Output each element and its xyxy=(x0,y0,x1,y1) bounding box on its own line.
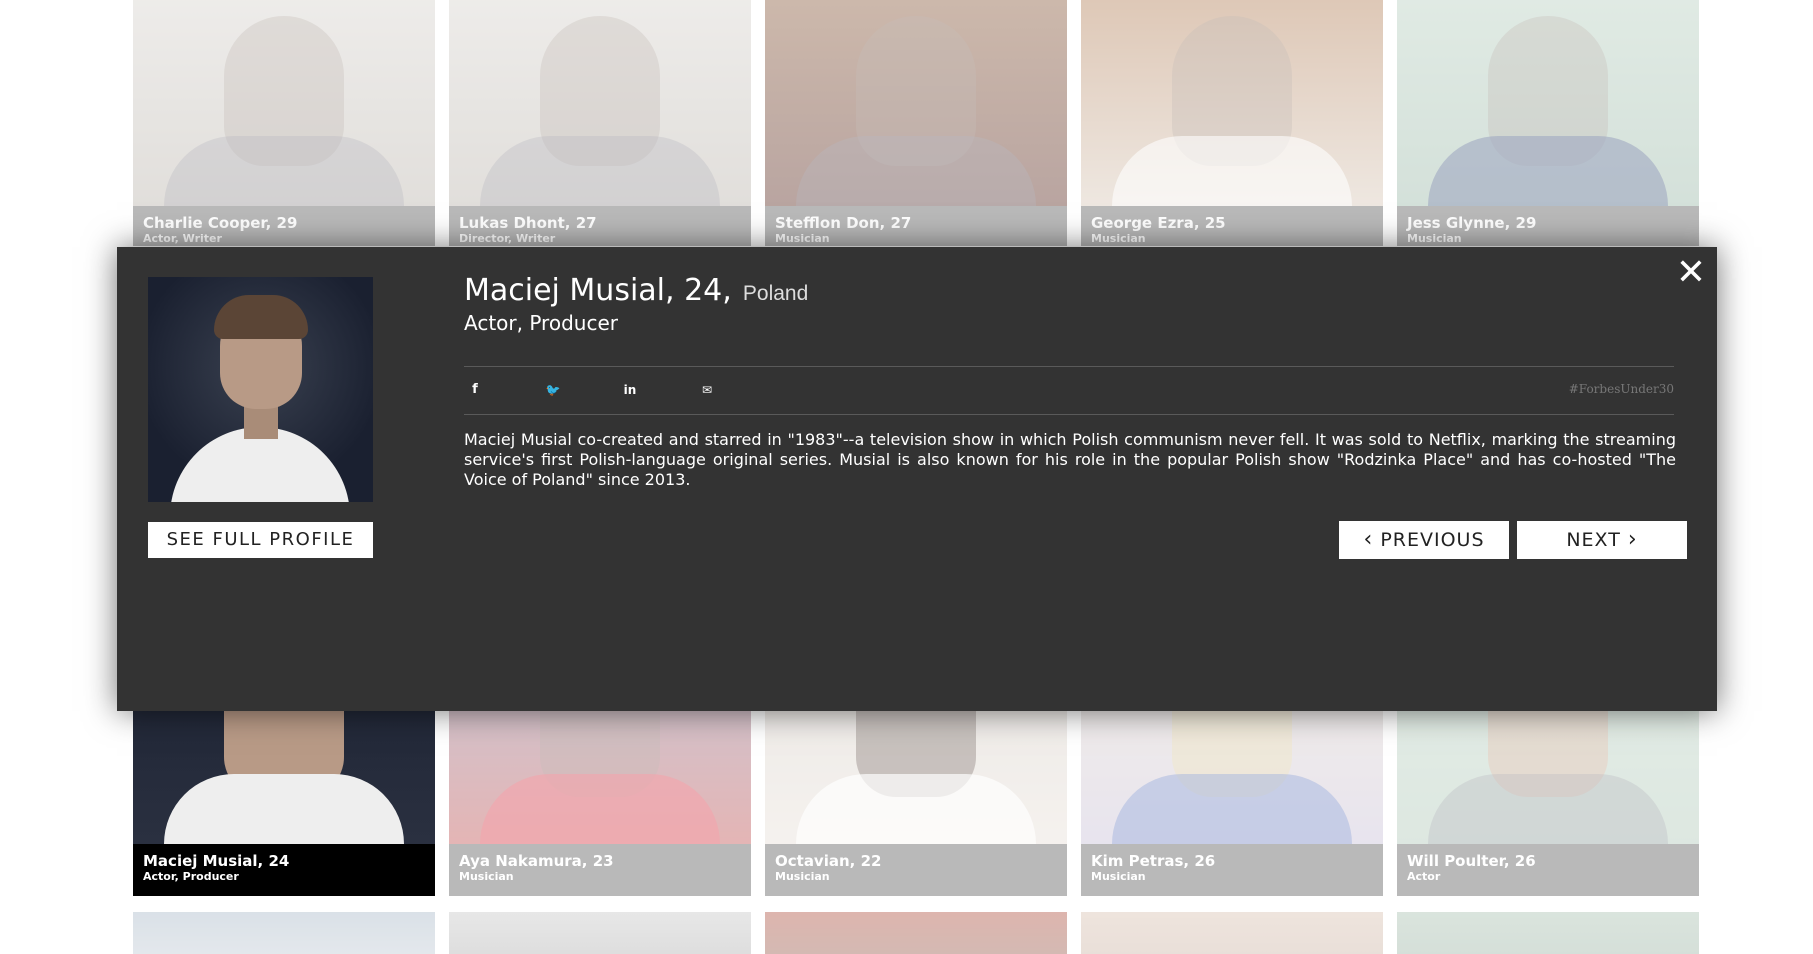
profile-card[interactable] xyxy=(449,912,751,954)
profile-card-caption: Stefflon Don, 27 Musician xyxy=(765,206,1067,246)
profile-card[interactable] xyxy=(1081,912,1383,954)
profile-card-caption: Kim Petras, 26 Musician xyxy=(1081,844,1383,896)
twitter-icon[interactable]: 🐦 xyxy=(544,381,562,399)
linkedin-icon[interactable]: in xyxy=(621,381,639,399)
profile-card-caption: Octavian, 22 Musician xyxy=(765,844,1067,896)
profile-role: Actor, Producer xyxy=(464,311,618,335)
profile-card[interactable] xyxy=(133,912,435,954)
profile-card-photo xyxy=(449,0,751,206)
profile-card-caption: Aya Nakamura, 23 Musician xyxy=(449,844,751,896)
profile-card-name: Charlie Cooper, 29 xyxy=(143,214,298,232)
email-icon[interactable]: ✉ xyxy=(698,381,716,399)
profile-card-role: Musician xyxy=(459,870,514,883)
profile-card-role: Musician xyxy=(1091,870,1146,883)
previous-label: PREVIOUS xyxy=(1380,529,1485,551)
profile-card[interactable]: Lukas Dhont, 27 Director, Writer xyxy=(449,0,751,246)
profile-name: Maciej Musial, 24, xyxy=(464,273,732,308)
profile-card-photo xyxy=(765,912,1067,954)
profile-card-name: Will Poulter, 26 xyxy=(1407,852,1536,870)
chevron-left-icon: ‹ xyxy=(1363,527,1374,552)
profile-card-photo xyxy=(133,0,435,206)
next-label: NEXT xyxy=(1566,529,1621,551)
profile-card-role: Musician xyxy=(775,870,830,883)
profile-card-name: Kim Petras, 26 xyxy=(1091,852,1216,870)
profile-card-photo xyxy=(1397,0,1699,206)
profile-title: Maciej Musial, 24, Poland xyxy=(464,273,808,308)
profile-card-name: Jess Glynne, 29 xyxy=(1407,214,1537,232)
previous-button[interactable]: ‹ PREVIOUS xyxy=(1339,521,1509,559)
profile-card-role: Director, Writer xyxy=(459,232,556,245)
chevron-right-icon: › xyxy=(1627,527,1638,552)
profile-card-photo xyxy=(1397,912,1699,954)
profile-card-role: Musician xyxy=(1091,232,1146,245)
profile-country: Poland xyxy=(742,282,809,305)
profile-card-name: Stefflon Don, 27 xyxy=(775,214,912,232)
profile-card-caption: Jess Glynne, 29 Musician xyxy=(1397,206,1699,246)
profile-card-role: Actor, Writer xyxy=(143,232,222,245)
profile-card-caption: Will Poulter, 26 Actor xyxy=(1397,844,1699,896)
share-bar: f 🐦 in ✉ #ForbesUnder30 xyxy=(464,366,1674,415)
profile-card-photo xyxy=(133,912,435,954)
profile-photo xyxy=(148,277,373,502)
profile-card[interactable] xyxy=(765,912,1067,954)
profile-card-name: Aya Nakamura, 23 xyxy=(459,852,614,870)
profile-card[interactable]: Charlie Cooper, 29 Actor, Writer xyxy=(133,0,435,246)
profile-card[interactable] xyxy=(1397,912,1699,954)
next-button[interactable]: NEXT › xyxy=(1517,521,1687,559)
profile-card-caption: Maciej Musial, 24 Actor, Producer xyxy=(133,844,435,896)
profile-modal: ✕ SEE FULL PROFILE Maciej Musial, 24, Po… xyxy=(117,247,1717,711)
profile-card-caption: Lukas Dhont, 27 Director, Writer xyxy=(449,206,751,246)
profile-card-role: Actor, Producer xyxy=(143,870,239,883)
hashtag[interactable]: #ForbesUnder30 xyxy=(1569,382,1674,396)
profile-bio: Maciej Musial co-created and starred in … xyxy=(464,430,1676,489)
profile-card-name: Maciej Musial, 24 xyxy=(143,852,290,870)
profile-card-photo xyxy=(449,912,751,954)
profile-card-caption: Charlie Cooper, 29 Actor, Writer xyxy=(133,206,435,246)
profile-card-photo xyxy=(1081,912,1383,954)
profile-card-photo xyxy=(1081,0,1383,206)
profile-card[interactable]: Stefflon Don, 27 Musician xyxy=(765,0,1067,246)
profile-card[interactable]: George Ezra, 25 Musician xyxy=(1081,0,1383,246)
profile-card-role: Musician xyxy=(1407,232,1462,245)
close-icon[interactable]: ✕ xyxy=(1673,255,1709,291)
profile-card-role: Actor xyxy=(1407,870,1441,883)
profile-card-role: Musician xyxy=(775,232,830,245)
profile-card-photo xyxy=(765,0,1067,206)
profile-card-caption: George Ezra, 25 Musician xyxy=(1081,206,1383,246)
profile-card[interactable]: Jess Glynne, 29 Musician xyxy=(1397,0,1699,246)
profile-card-name: Octavian, 22 xyxy=(775,852,882,870)
profile-card-name: Lukas Dhont, 27 xyxy=(459,214,597,232)
profile-card-name: George Ezra, 25 xyxy=(1091,214,1226,232)
facebook-icon[interactable]: f xyxy=(466,381,484,399)
see-full-profile-button[interactable]: SEE FULL PROFILE xyxy=(148,522,373,558)
